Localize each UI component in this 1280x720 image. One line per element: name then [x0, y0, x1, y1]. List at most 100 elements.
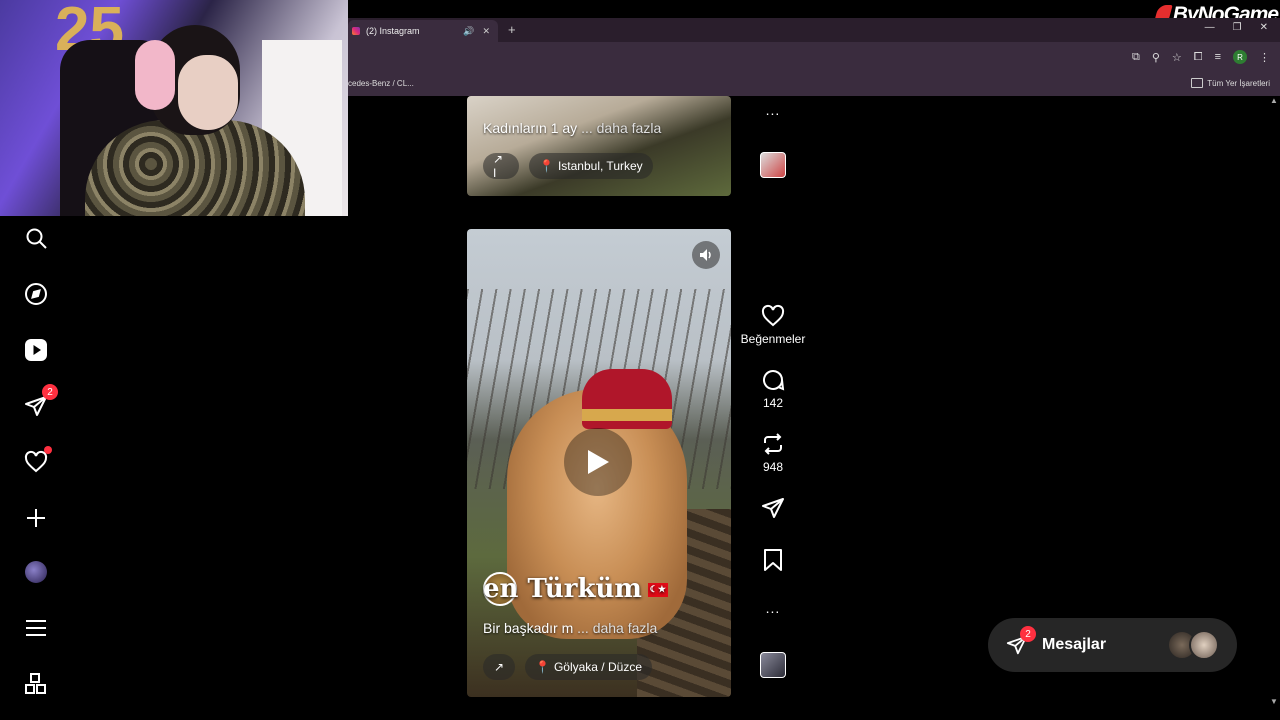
plus-icon: [27, 509, 45, 527]
reel-2-caption: Bir başkadır m: [483, 620, 574, 636]
webcam-overlay: 25: [0, 0, 348, 216]
reel-2-location: Gölyaka / Düzce: [553, 660, 642, 674]
reel-2-location-chip[interactable]: 📍 Gölyaka / Düzce: [525, 654, 652, 680]
notification-dot: [44, 446, 52, 454]
speaker-icon: [700, 249, 711, 261]
all-bookmarks[interactable]: Tüm Yer İşaretleri: [1191, 78, 1270, 88]
location-pin-icon: 📍: [535, 660, 550, 674]
reels-icon: [25, 339, 47, 361]
nav-create[interactable]: [22, 504, 50, 532]
reel-card-2[interactable]: en Türküm ☾★ Bir başkadır m ... daha fazl…: [467, 229, 731, 697]
reel-2-play-button[interactable]: [564, 428, 632, 496]
install-app-icon[interactable]: ⧉: [1132, 51, 1140, 64]
turkey-flag-icon: ☾★: [647, 583, 668, 597]
reel-2-more-options[interactable]: ...: [737, 600, 809, 616]
scroll-down-icon[interactable]: ▼: [1270, 697, 1278, 706]
instagram-favicon-icon: [352, 27, 360, 35]
audio-thumbnail: [760, 652, 786, 678]
comments-count: 142: [762, 396, 784, 410]
reel-2-more-link[interactable]: ... daha fazla: [577, 620, 657, 636]
reel-1-audio-thumb[interactable]: [737, 152, 809, 178]
pink-headset: [135, 40, 175, 110]
reel-2-caption-row: Bir başkadır m ... daha fazla: [483, 620, 657, 636]
nav-messages-badge: 2: [42, 384, 58, 400]
search-icon: [26, 228, 47, 249]
profile-avatar: [25, 561, 47, 583]
scroll-up-icon[interactable]: ▲: [1270, 96, 1278, 105]
reel-1-caption: Kadınların 1 ay: [483, 120, 578, 136]
reel-1-more-link[interactable]: ... daha fazla: [581, 120, 661, 136]
profile-avatar-button[interactable]: R: [1233, 50, 1247, 64]
browser-tabstrip: (2) Instagram 🔊 ✕ + — ❐ ✕: [348, 18, 1280, 42]
bookmarks-bar: cedes-Benz / CL... Tüm Yer İşaretleri: [348, 72, 1280, 96]
reposts-count: 948: [762, 460, 784, 474]
toolbar-icons: ⧉ ⚲ ☆ ⧠ ≡ R ⋮: [1132, 50, 1270, 64]
heart-icon: [761, 304, 785, 327]
zoom-icon[interactable]: ⚲: [1152, 51, 1160, 64]
bookmark-item[interactable]: cedes-Benz / CL...: [348, 79, 414, 88]
reel-2-audio-thumb[interactable]: [737, 652, 809, 678]
reel-2-title-text: en Türküm: [483, 574, 642, 604]
tab-close-icon[interactable]: ✕: [482, 26, 490, 37]
nav-reels[interactable]: [22, 336, 50, 364]
messages-label: Mesajlar: [1042, 636, 1107, 653]
reel-1-caption-row: Kadınların 1 ay ... daha fazla: [483, 120, 661, 136]
window-controls: — ❐ ✕: [1205, 22, 1268, 33]
apps-icon: [25, 673, 46, 694]
contact-avatar: [1189, 630, 1219, 660]
extensions-icon[interactable]: ⧠: [1194, 51, 1203, 64]
save-button[interactable]: [737, 548, 809, 572]
close-window-icon[interactable]: ✕: [1260, 22, 1268, 33]
folder-icon: [1191, 78, 1204, 88]
browser-menu-icon[interactable]: ⋮: [1259, 51, 1270, 64]
reel-1-location-chip[interactable]: 📍 Istanbul, Turkey: [529, 153, 653, 179]
reel-2-audio-button[interactable]: [692, 241, 720, 269]
message-avatars: [1167, 630, 1219, 660]
share-icon: [762, 498, 784, 518]
like-button[interactable]: Beğenmeler: [737, 304, 809, 346]
location-pin-icon: 📍: [539, 159, 554, 173]
nav-more-menu[interactable]: [22, 614, 50, 642]
reel-1-location: Istanbul, Turkey: [557, 159, 643, 173]
tab-audio-icon[interactable]: 🔊: [463, 26, 474, 37]
nav-apps[interactable]: [22, 670, 50, 698]
reel-actions: ... Beğenmeler 142 948 ...: [737, 96, 809, 720]
messages-badge: 2: [1020, 626, 1036, 642]
compass-icon: [25, 283, 47, 305]
nav-messages[interactable]: 2: [22, 384, 58, 420]
minimize-icon[interactable]: —: [1205, 22, 1215, 33]
nav-profile[interactable]: [22, 558, 50, 586]
media-control-icon[interactable]: ≡: [1215, 51, 1221, 63]
browser-toolbar: ⧉ ⚲ ☆ ⧠ ≡ R ⋮: [348, 42, 1280, 72]
tab-title: (2) Instagram: [366, 26, 420, 36]
comment-icon: [763, 370, 785, 391]
reel-card-1[interactable]: Kadınların 1 ay ... daha fazla ↗ I 📍 Ist…: [467, 96, 731, 196]
restore-icon[interactable]: ❐: [1233, 22, 1242, 33]
bookmark-icon: [764, 549, 782, 571]
reel-2-fez-band: [582, 409, 672, 421]
messages-icon-wrap: 2: [1006, 626, 1036, 656]
comment-button[interactable]: 142: [737, 368, 809, 410]
audio-thumbnail: [760, 152, 786, 178]
bookmark-star-icon[interactable]: ☆: [1172, 51, 1182, 64]
reel-1-share-chip[interactable]: ↗ I: [483, 152, 519, 180]
play-icon: [588, 450, 609, 474]
nav-notifications[interactable]: [22, 446, 52, 476]
instagram-sidebar: 2: [0, 216, 72, 720]
share-button[interactable]: [737, 496, 809, 520]
reel-2-share-chip[interactable]: ↗: [483, 654, 515, 680]
nav-explore[interactable]: [22, 280, 50, 308]
nav-search[interactable]: [22, 224, 50, 252]
likes-label: Beğenmeler: [740, 332, 806, 346]
heart-icon: [24, 450, 48, 473]
browser-tab-instagram[interactable]: (2) Instagram 🔊 ✕: [348, 20, 498, 42]
page-scrollbar[interactable]: ▲ ▼: [1268, 96, 1280, 706]
menu-icon: [26, 620, 46, 636]
all-bookmarks-label: Tüm Yer İşaretleri: [1207, 78, 1270, 88]
streamer-face: [178, 55, 238, 130]
repost-button[interactable]: 948: [737, 432, 809, 474]
repost-icon: [764, 433, 782, 455]
messages-pill[interactable]: 2 Mesajlar: [988, 618, 1237, 672]
new-tab-button[interactable]: +: [508, 22, 516, 37]
reel-1-more-options[interactable]: ...: [737, 102, 809, 118]
